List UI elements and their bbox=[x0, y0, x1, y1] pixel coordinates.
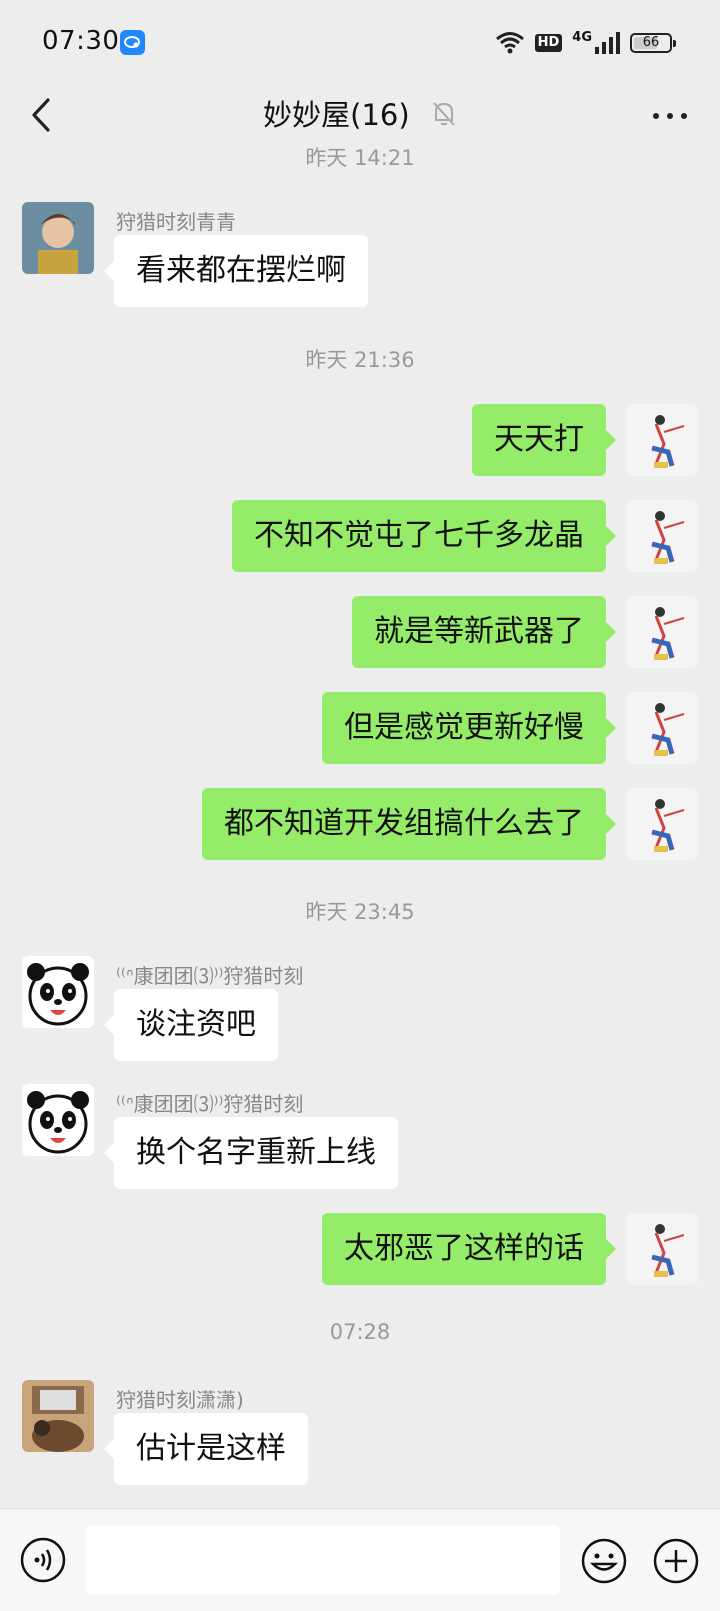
my-avatar[interactable] bbox=[626, 596, 698, 668]
timestamp: 昨天 14:21 bbox=[305, 146, 415, 170]
my-avatar[interactable] bbox=[626, 1213, 698, 1285]
avatar[interactable] bbox=[22, 1084, 94, 1156]
hd-badge: HD bbox=[534, 34, 563, 52]
sender-name: 狩猎时刻潇潇) bbox=[116, 1388, 244, 1412]
more-dots-icon bbox=[653, 113, 687, 119]
status-time: 07:30 bbox=[42, 26, 120, 56]
network-label: 4G bbox=[572, 29, 592, 45]
message-bubble[interactable]: 天天打 bbox=[472, 404, 616, 476]
avatar[interactable] bbox=[22, 202, 94, 274]
my-avatar[interactable] bbox=[626, 692, 698, 764]
message-bubble[interactable]: 就是等新武器了 bbox=[352, 596, 616, 668]
chat-title: 妙妙屋(16) bbox=[263, 98, 410, 132]
message-bubble[interactable]: 换个名字重新上线 bbox=[104, 1117, 398, 1189]
voice-icon bbox=[20, 1537, 66, 1583]
emoji-button[interactable] bbox=[580, 1537, 628, 1585]
more-functions-button[interactable] bbox=[652, 1537, 700, 1585]
status-bar: 07:30 HD 4G 66 bbox=[0, 0, 720, 82]
signal-icon bbox=[595, 32, 620, 54]
wifi-icon bbox=[495, 32, 524, 54]
chat-title-wrap: 妙妙屋(16) bbox=[0, 92, 720, 135]
sender-name: 狩猎时刻青青 bbox=[116, 210, 236, 234]
input-bar bbox=[0, 1508, 720, 1611]
message-bubble[interactable]: 不知不觉屯了七千多龙晶 bbox=[232, 500, 616, 572]
system-icons: HD 4G 66 bbox=[495, 28, 676, 58]
bell-muted-icon bbox=[431, 100, 457, 135]
timestamp: 07:28 bbox=[329, 1320, 391, 1344]
timestamp: 昨天 21:36 bbox=[305, 348, 415, 372]
message-bubble[interactable]: 但是感觉更新好慢 bbox=[322, 692, 616, 764]
message-bubble[interactable]: 谈注资吧 bbox=[104, 989, 278, 1061]
timestamp: 昨天 23:45 bbox=[305, 900, 415, 924]
my-avatar[interactable] bbox=[626, 404, 698, 476]
message-bubble[interactable]: 看来都在摆烂啊 bbox=[104, 235, 368, 307]
battery-level: 66 bbox=[642, 35, 660, 50]
my-avatar[interactable] bbox=[626, 500, 698, 572]
notification-app-icon bbox=[120, 30, 145, 55]
battery-icon: 66 bbox=[630, 33, 676, 53]
message-bubble[interactable]: 估计是这样 bbox=[104, 1413, 308, 1485]
more-button[interactable] bbox=[650, 96, 690, 136]
chat-header: 妙妙屋(16) bbox=[0, 82, 720, 150]
sender-name: ⁽⁽ᐢ康团团⑶⁾⁾狩猎时刻 bbox=[116, 964, 304, 988]
message-bubble[interactable]: 太邪恶了这样的话 bbox=[322, 1213, 616, 1285]
message-input[interactable] bbox=[86, 1525, 560, 1595]
avatar[interactable] bbox=[22, 1380, 94, 1452]
plus-circle-icon bbox=[653, 1538, 699, 1584]
avatar[interactable] bbox=[22, 956, 94, 1028]
message-bubble[interactable]: 都不知道开发组搞什么去了 bbox=[202, 788, 616, 860]
smiley-icon bbox=[581, 1538, 627, 1584]
my-avatar[interactable] bbox=[626, 788, 698, 860]
voice-button[interactable] bbox=[20, 1537, 66, 1583]
sender-name: ⁽⁽ᐢ康团团⑶⁾⁾狩猎时刻 bbox=[116, 1092, 304, 1116]
